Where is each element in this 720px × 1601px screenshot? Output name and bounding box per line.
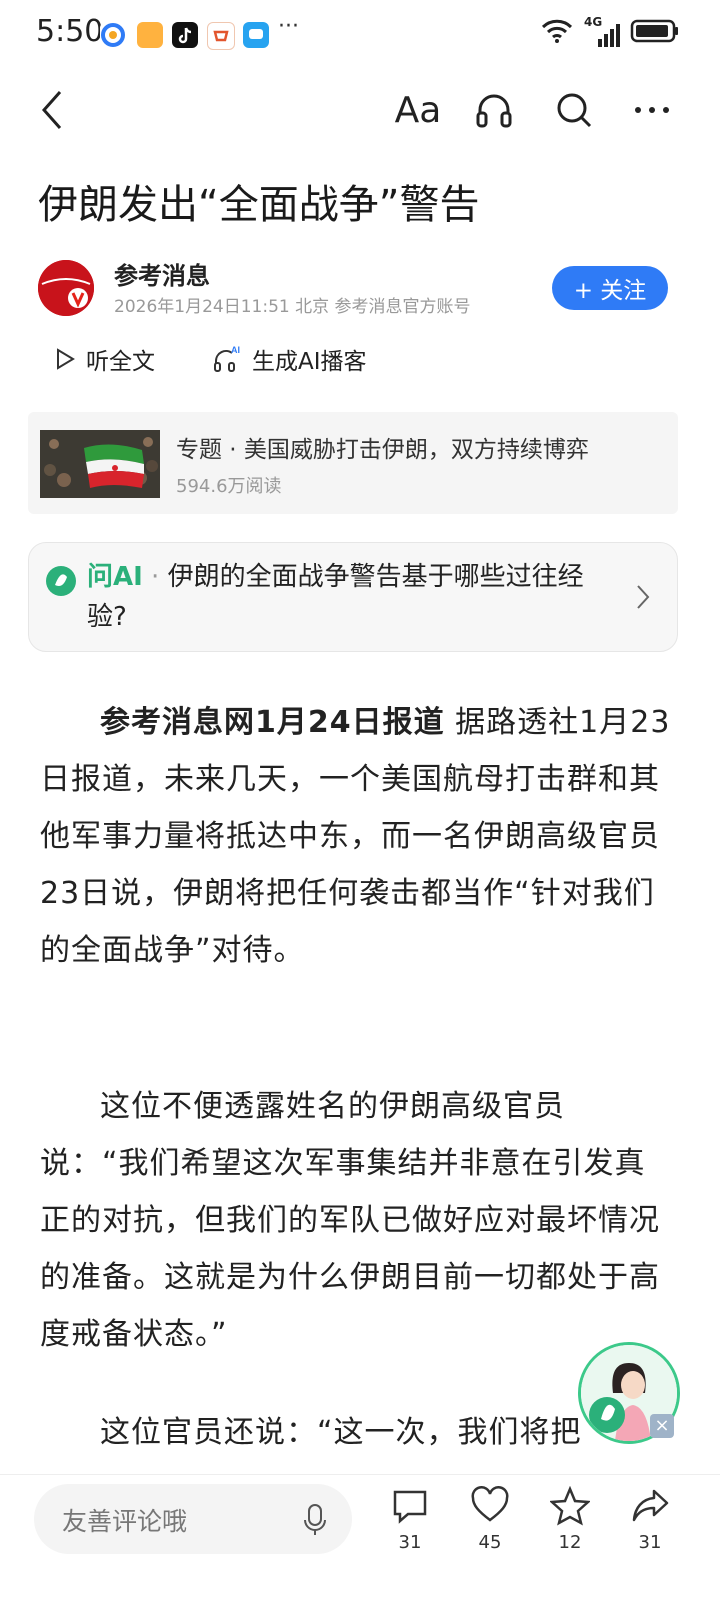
share-icon: [632, 1489, 669, 1522]
signal-icon: 4G: [584, 15, 620, 47]
heart-icon: [471, 1486, 509, 1522]
play-icon: [57, 348, 75, 370]
network-type: 4G: [584, 15, 603, 29]
comment-icon: [393, 1490, 427, 1524]
status-right: 4G: [540, 15, 680, 48]
topic-thumbnail: [40, 430, 160, 498]
share-button[interactable]: 31: [620, 1486, 680, 1553]
status-time: 5:50: [36, 14, 104, 49]
favorite-count: 12: [558, 1532, 582, 1553]
ai-headphones-icon: AI: [214, 345, 240, 372]
search-button[interactable]: [548, 84, 600, 136]
browser-app-icon: [100, 22, 126, 48]
author-avatar[interactable]: [38, 260, 94, 316]
article-dateline: 参考消息网1月24日报道: [100, 705, 445, 740]
comment-count: 31: [398, 1532, 422, 1553]
tiktok-app-icon: [172, 22, 198, 48]
like-button[interactable]: 45: [460, 1486, 520, 1553]
article-paragraph: 参考消息网1月24日报道 据路透社1月23日报道，未来几天，一个美国航母打击群和…: [40, 694, 672, 979]
ask-ai-separator: ·: [142, 562, 168, 592]
like-count: 45: [478, 1532, 502, 1553]
headphones-icon: [476, 94, 512, 128]
listen-button[interactable]: [468, 84, 520, 136]
close-icon[interactable]: ×: [650, 1414, 674, 1438]
topic-read-count: 594.6万阅读: [176, 476, 282, 497]
article-meta: 2026年1月24日11:51 北京 参考消息官方账号: [114, 297, 471, 317]
font-size-button[interactable]: Aa: [392, 84, 444, 136]
topic-title: 专题 · 美国威胁打击伊朗，双方持续博弈: [176, 437, 589, 463]
article-paragraph-text: 这位官员还说：“这一次，我们将把: [100, 1415, 582, 1450]
chevron-right-icon: [635, 583, 651, 615]
microphone-icon[interactable]: [300, 1502, 330, 1542]
article-title: 伊朗发出“全面战争”警告: [38, 182, 480, 228]
article-paragraph: 这位官员还说：“这一次，我们将把: [40, 1404, 672, 1464]
more-button[interactable]: [626, 84, 678, 136]
article-paragraph-text: 据路透社1月23日报道，未来几天，一个美国航母打击群和其他军事力量将抵达中东，而…: [40, 705, 671, 968]
author-name[interactable]: 参考消息: [114, 256, 210, 291]
listen-full-label: 听全文: [86, 349, 155, 375]
topic-card[interactable]: 专题 · 美国威胁打击伊朗，双方持续博弈 594.6万阅读: [28, 412, 678, 514]
ask-ai-text: 问AI · 伊朗的全面战争警告基于哪些过往经验?: [87, 557, 617, 637]
message-app-icon: [243, 22, 269, 48]
ai-logo-icon: [45, 565, 77, 601]
back-button[interactable]: [26, 84, 78, 136]
comment-button[interactable]: 31: [380, 1486, 440, 1553]
search-icon: [557, 93, 592, 128]
wifi-icon: [540, 18, 574, 48]
comment-input[interactable]: 友善评论哦: [34, 1484, 352, 1554]
cart-app-icon: [207, 22, 235, 50]
star-icon: [548, 1485, 592, 1526]
article-paragraph: 这位不便透露姓名的伊朗高级官员说：“我们希望这次军事集结并非意在引发真正的对抗，…: [40, 1078, 672, 1363]
follow-button[interactable]: + 关注: [552, 266, 668, 310]
news-app-icon: [137, 22, 163, 48]
more-notifications: ···: [278, 14, 299, 39]
status-bar: 5:50 ··· 4G: [0, 0, 720, 70]
ask-ai-label: 问AI: [87, 562, 143, 592]
more-dots-icon: [635, 107, 669, 113]
chevron-left-icon: [41, 91, 62, 129]
ai-podcast-label: 生成AI播客: [252, 349, 367, 375]
favorite-button[interactable]: 12: [540, 1485, 600, 1553]
svg-text:AI: AI: [231, 345, 240, 355]
article-paragraph-text: 这位不便透露姓名的伊朗高级官员说：“我们希望这次军事集结并非意在引发真正的对抗，…: [40, 1089, 660, 1352]
comment-placeholder: 友善评论哦: [62, 1507, 188, 1536]
ai-podcast-button[interactable]: AI 生成AI播客: [212, 342, 367, 376]
share-count: 31: [638, 1532, 662, 1553]
listen-full-button[interactable]: 听全文: [54, 342, 155, 376]
battery-icon: [630, 18, 680, 48]
ask-ai-card[interactable]: 问AI · 伊朗的全面战争警告基于哪些过往经验?: [28, 542, 678, 652]
font-size-icon: Aa: [394, 89, 442, 131]
